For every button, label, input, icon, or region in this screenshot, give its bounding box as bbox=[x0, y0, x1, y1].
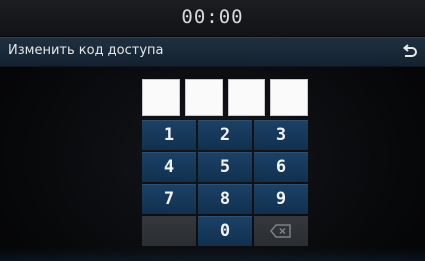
key-9[interactable]: 9 bbox=[254, 184, 308, 214]
passcode-screen: 00:00 Изменить код доступа 1 2 3 4 5 6 7… bbox=[0, 0, 425, 261]
key-0[interactable]: 0 bbox=[198, 216, 252, 246]
key-3[interactable]: 3 bbox=[254, 120, 308, 150]
key-5[interactable]: 5 bbox=[198, 152, 252, 182]
key-2[interactable]: 2 bbox=[198, 120, 252, 150]
clock: 00:00 bbox=[181, 6, 244, 28]
key-8[interactable]: 8 bbox=[198, 184, 252, 214]
delete-key[interactable] bbox=[254, 216, 308, 246]
status-bar: 00:00 bbox=[0, 0, 425, 36]
back-button[interactable] bbox=[397, 40, 421, 64]
key-1[interactable]: 1 bbox=[142, 120, 196, 150]
return-arrow-icon bbox=[402, 44, 417, 57]
passcode-digit-box bbox=[227, 79, 266, 116]
key-4[interactable]: 4 bbox=[142, 152, 196, 182]
passcode-digit-box bbox=[142, 79, 180, 116]
passcode-digit-box bbox=[184, 79, 223, 116]
key-7[interactable]: 7 bbox=[142, 184, 196, 214]
passcode-digit-box bbox=[270, 79, 308, 116]
backspace-icon bbox=[270, 224, 291, 238]
passcode-display bbox=[142, 79, 308, 116]
page-title: Изменить код доступа bbox=[8, 43, 164, 58]
title-bar: Изменить код доступа bbox=[0, 37, 425, 67]
numeric-keypad: 1 2 3 4 5 6 7 8 9 0 bbox=[142, 120, 308, 246]
key-6[interactable]: 6 bbox=[254, 152, 308, 182]
bottom-glow bbox=[0, 247, 425, 261]
key-blank bbox=[142, 216, 196, 246]
